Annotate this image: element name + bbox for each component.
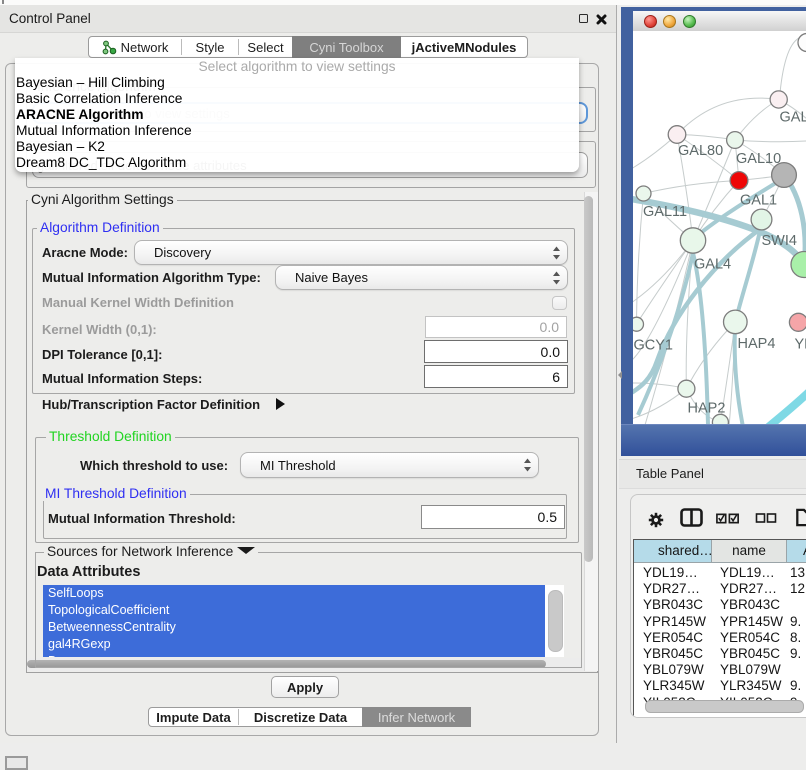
svg-text:GAL11: GAL11 [643, 204, 687, 220]
svg-text:GAL7: GAL7 [780, 110, 806, 126]
svg-text:HAP2: HAP2 [688, 401, 726, 417]
svg-text:GAL10: GAL10 [736, 151, 781, 167]
svg-text:GAL4: GAL4 [694, 257, 731, 273]
svg-text:GAL80: GAL80 [678, 143, 723, 159]
svg-text:SWI4: SWI4 [762, 233, 797, 249]
svg-text:HAP4: HAP4 [738, 336, 776, 352]
svg-text:YB: YB [795, 337, 806, 353]
svg-text:GAL1: GAL1 [740, 193, 777, 209]
svg-text:GCY1: GCY1 [634, 338, 674, 354]
